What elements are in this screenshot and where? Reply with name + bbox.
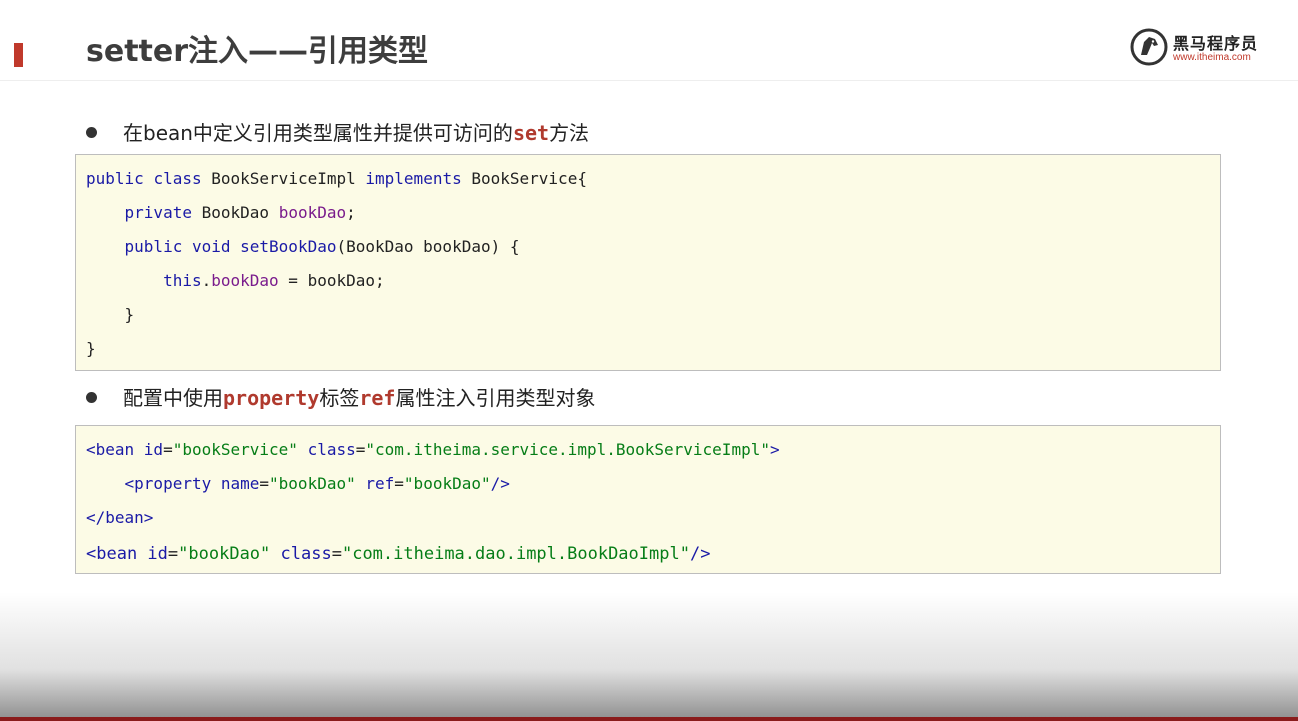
- code-line: }: [86, 339, 96, 358]
- title-divider: [0, 80, 1298, 81]
- code-line: public void setBookDao(BookDao bookDao) …: [124, 237, 520, 256]
- bullet-define-reference-property: 在bean中定义引用类型属性并提供可访问的set方法: [86, 118, 589, 148]
- bullet-text: 标签: [319, 386, 360, 410]
- code-line: }: [124, 305, 135, 324]
- java-code-block: public class BookServiceImpl implements …: [75, 154, 1221, 371]
- bullet-text: 在bean中定义引用类型属性并提供可访问的: [123, 121, 513, 145]
- slide-title: setter注入——引用类型: [86, 34, 429, 69]
- video-bottom-shade: [0, 592, 1298, 721]
- horse-head-icon: [1130, 28, 1168, 66]
- progress-track: [0, 717, 1298, 721]
- code-line: <bean id="bookService" class="com.itheim…: [86, 440, 780, 459]
- title-accent-bar: [14, 43, 23, 67]
- brand-url: www.itheima.com: [1173, 52, 1251, 63]
- bullet-dot: [86, 392, 97, 403]
- brand-logo: 黑马程序员 www.itheima.com: [1130, 26, 1270, 68]
- code-line: private BookDao bookDao;: [124, 203, 356, 222]
- bullet-text: 配置中使用: [123, 386, 223, 410]
- brand-name: 黑马程序员: [1173, 34, 1259, 53]
- code-line: public class BookServiceImpl implements …: [86, 169, 587, 188]
- xml-code-block: <bean id="bookService" class="com.itheim…: [75, 425, 1221, 574]
- bullet-property-ref-injection: 配置中使用property标签ref属性注入引用类型对象: [86, 383, 595, 413]
- bullet-keyword: property: [223, 386, 320, 410]
- bullet-text: 方法: [549, 121, 590, 145]
- code-line: this.bookDao = bookDao;: [163, 271, 385, 290]
- code-line: <bean id="bookDao" class="com.itheima.da…: [86, 544, 711, 564]
- code-line: <property name="bookDao" ref="bookDao"/>: [124, 474, 510, 493]
- bullet-text: 属性注入引用类型对象: [395, 386, 596, 410]
- bullet-keyword: set: [512, 121, 550, 145]
- bullet-keyword: ref: [359, 386, 396, 410]
- code-line: </bean>: [86, 508, 154, 527]
- bullet-dot: [86, 127, 97, 138]
